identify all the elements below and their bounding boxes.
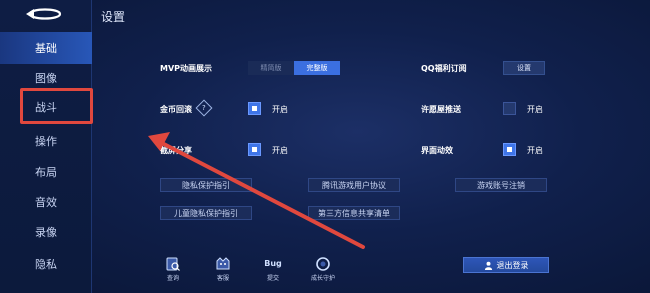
back-icon[interactable] [22, 4, 68, 24]
sidebar-item-sound[interactable]: 音效 [0, 186, 92, 218]
sidebar-item-basic[interactable]: 基础 [0, 32, 92, 64]
sidebar-item-label: 布局 [35, 166, 57, 179]
sidebar: 基础 图像 战斗 操作 布局 音效 录像 隐私 [0, 0, 92, 293]
query-icon [166, 257, 180, 271]
help-icon[interactable]: ? [195, 99, 213, 117]
guardian-label: 成长守护 [310, 275, 335, 282]
logout-button[interactable]: 退出登录 [463, 257, 549, 273]
bug-report-label: 提交 [266, 275, 279, 282]
query-button[interactable]: 查询 [153, 256, 193, 290]
service-label: 客服 [216, 275, 229, 282]
mvp-label: MVP动画展示 [160, 64, 213, 73]
sidebar-item-label: 音效 [35, 196, 57, 209]
qq-subscription-button[interactable]: 设置 [503, 61, 545, 75]
qq-subscription-label: QQ福利订阅 [421, 64, 467, 73]
sidebar-item-label: 隐私 [35, 258, 57, 271]
wish-label: 许愿屋推送 [421, 105, 461, 114]
sidebar-item-label: 基础 [35, 42, 57, 55]
mvp-option-simple[interactable]: 精简版 [248, 61, 294, 75]
account-cancel-button[interactable]: 游戏账号注销 [455, 178, 547, 192]
third-party-list-button[interactable]: 第三方信息共享清单 [308, 206, 400, 220]
guardian-icon [316, 257, 330, 271]
screenshot-share-label: 截屏分享 [160, 146, 192, 155]
sidebar-item-controls[interactable]: 操作 [0, 125, 92, 157]
ui-animation-option-label: 开启 [527, 146, 543, 155]
sidebar-item-label: 图像 [35, 72, 57, 85]
coin-checkbox[interactable] [248, 102, 261, 115]
user-icon [484, 261, 492, 270]
privacy-guide-button[interactable]: 隐私保护指引 [160, 178, 252, 192]
logout-label: 退出登录 [496, 260, 529, 270]
bug-report-button[interactable]: Bug 提交 [253, 256, 293, 290]
wish-checkbox[interactable] [503, 102, 516, 115]
screenshot-share-option-label: 开启 [272, 146, 288, 155]
query-label: 查询 [166, 275, 179, 282]
service-button[interactable]: 客服 [203, 256, 243, 290]
highlight-box [20, 88, 93, 124]
coin-label: 金币回滚 [160, 105, 192, 114]
wish-option-label: 开启 [527, 105, 543, 114]
guardian-button[interactable]: 成长守护 [303, 256, 343, 290]
sidebar-item-label: 录像 [35, 226, 57, 239]
page-title: 设置 [101, 10, 126, 24]
ui-animation-label: 界面动效 [421, 146, 453, 155]
annotation-arrow [148, 132, 365, 249]
sidebar-item-replay[interactable]: 录像 [0, 216, 92, 248]
child-privacy-button[interactable]: 儿童隐私保护指引 [160, 206, 252, 220]
sidebar-item-label: 操作 [35, 135, 57, 148]
ui-animation-checkbox[interactable] [503, 143, 516, 156]
screenshot-share-checkbox[interactable] [248, 143, 261, 156]
mvp-segmented-control: 精简版 完整版 [248, 61, 340, 75]
bug-icon: Bug [264, 259, 282, 268]
sidebar-item-privacy[interactable]: 隐私 [0, 248, 92, 280]
user-agreement-button[interactable]: 腾讯游戏用户协议 [308, 178, 400, 192]
sidebar-item-layout[interactable]: 布局 [0, 156, 92, 188]
service-icon [216, 257, 230, 270]
coin-option-label: 开启 [272, 105, 288, 114]
mvp-option-full[interactable]: 完整版 [294, 61, 340, 75]
